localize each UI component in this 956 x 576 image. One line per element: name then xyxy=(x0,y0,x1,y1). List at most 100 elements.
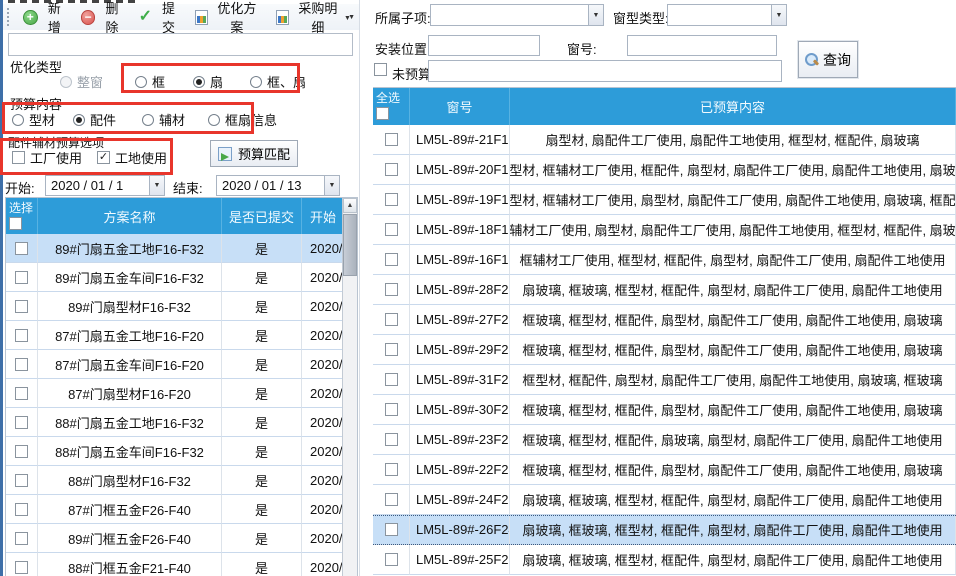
install-position-input[interactable] xyxy=(428,35,540,56)
row-checkbox[interactable] xyxy=(385,223,398,236)
row-checkbox[interactable] xyxy=(385,493,398,506)
plan-filter-input[interactable] xyxy=(8,33,353,56)
row-checkbox[interactable] xyxy=(385,193,398,206)
plan-table-row[interactable]: 87#门扇五金工地F16-F20 是 2020/0 xyxy=(6,321,357,350)
chevron-down-icon[interactable]: ▼ xyxy=(588,5,603,25)
window-type-select[interactable]: ▼ xyxy=(667,4,787,26)
row-checkbox[interactable] xyxy=(385,523,398,536)
row-checkbox[interactable] xyxy=(15,416,28,429)
row-checkbox[interactable] xyxy=(385,373,398,386)
radio-icon[interactable] xyxy=(73,114,85,126)
budgeted-content-header[interactable]: 已预算内容 xyxy=(510,88,956,125)
plan-table-row[interactable]: 89#门扇五金车间F16-F32 是 2020/0 xyxy=(6,263,357,292)
sub-item-select[interactable]: ▼ xyxy=(430,4,604,26)
budget-table-row[interactable]: LM5L-89#-27F25 框玻璃, 框型材, 框配件, 扇型材, 扇配件工厂… xyxy=(373,305,956,335)
budget-table-row[interactable]: LM5L-89#-25F23 扇玻璃, 框玻璃, 框型材, 框配件, 扇型材, … xyxy=(373,545,956,575)
radio-扇[interactable]: 扇 xyxy=(193,72,223,91)
budget-table-row[interactable]: LM5L-89#-29F27 框玻璃, 框型材, 框配件, 扇型材, 扇配件工厂… xyxy=(373,335,956,365)
plan-table-row[interactable]: 88#门扇型材F16-F32 是 2020/0 xyxy=(6,466,357,495)
checkbox-工地使用[interactable]: 工地使用 xyxy=(97,148,167,167)
radio-框、扇[interactable]: 框、扇 xyxy=(250,72,306,91)
row-checkbox[interactable] xyxy=(385,403,398,416)
plan-table-row[interactable]: 88#门框五金F21-F40 是 2020/0 xyxy=(6,553,357,576)
plan-table-row[interactable]: 87#门框五金F26-F40 是 2020/0 xyxy=(6,495,357,524)
chevron-down-icon[interactable]: ▼ xyxy=(771,5,786,25)
budget-table-row[interactable]: LM5L-89#-26F24 扇玻璃, 框玻璃, 框型材, 框配件, 扇型材, … xyxy=(373,515,956,545)
budget-table-row[interactable]: LM5L-89#-21F19 扇型材, 扇配件工厂使用, 扇配件工地使用, 框型… xyxy=(373,125,956,155)
radio-icon[interactable] xyxy=(142,114,154,126)
row-checkbox[interactable] xyxy=(385,283,398,296)
budget-table-row[interactable]: LM5L-89#-22F20 框玻璃, 框型材, 框配件, 扇型材, 扇配件工厂… xyxy=(373,455,956,485)
row-checkbox[interactable] xyxy=(15,445,28,458)
row-checkbox[interactable] xyxy=(15,242,28,255)
plan-table-row[interactable]: 88#门扇五金车间F16-F32 是 2020/0 xyxy=(6,437,357,466)
row-checkbox[interactable] xyxy=(15,300,28,313)
row-checkbox[interactable] xyxy=(15,387,28,400)
budget-table-row[interactable]: LM5L-89#-24F22 扇玻璃, 框玻璃, 框型材, 框配件, 扇型材, … xyxy=(373,485,956,515)
radio-辅材[interactable]: 辅材 xyxy=(142,110,185,129)
row-checkbox[interactable] xyxy=(15,503,28,516)
radio-icon[interactable] xyxy=(208,114,220,126)
budget-table-row[interactable]: LM5L-89#-23F21 框玻璃, 框型材, 框配件, 扇玻璃, 扇型材, … xyxy=(373,425,956,455)
plan-table-row[interactable]: 87#门扇型材F16-F20 是 2020/0 xyxy=(6,379,357,408)
plan-table-row[interactable]: 88#门扇五金工地F16-F32 是 2020/0 xyxy=(6,408,357,437)
radio-整窗[interactable]: 整窗 xyxy=(60,72,103,91)
start-date-picker[interactable]: 2020 / 01 / 1 ▼ xyxy=(45,175,165,196)
budget-table-row[interactable]: LM5L-89#-20F18 框型材, 框辅材工厂使用, 框配件, 扇型材, 扇… xyxy=(373,155,956,185)
row-checkbox[interactable] xyxy=(15,532,28,545)
row-checkbox[interactable] xyxy=(15,474,28,487)
radio-icon[interactable] xyxy=(135,76,147,88)
radio-icon[interactable] xyxy=(60,76,72,88)
row-checkbox[interactable] xyxy=(15,561,28,574)
scrollbar-thumb[interactable] xyxy=(343,214,357,276)
radio-icon[interactable] xyxy=(12,114,24,126)
window-no-header[interactable]: 窗号 xyxy=(410,88,510,125)
select-all-checkbox[interactable] xyxy=(376,107,389,120)
budget-table-row[interactable]: LM5L-89#-18F16 框辅材工厂使用, 扇型材, 扇配件工厂使用, 扇配… xyxy=(373,215,956,245)
plan-name-header[interactable]: 方案名称 xyxy=(38,198,222,234)
query-button[interactable]: 查询 xyxy=(798,41,858,78)
row-checkbox[interactable] xyxy=(385,163,398,176)
row-checkbox[interactable] xyxy=(385,343,398,356)
checkbox-工厂使用[interactable]: 工厂使用 xyxy=(12,148,82,167)
plan-table-scrollbar[interactable]: ▲ xyxy=(342,198,357,576)
row-checkbox[interactable] xyxy=(385,133,398,146)
chevron-down-icon[interactable]: ▼ xyxy=(149,176,164,195)
no-budget-input[interactable] xyxy=(428,60,782,82)
row-checkbox[interactable] xyxy=(385,253,398,266)
end-date-picker[interactable]: 2020 / 01 / 13 ▼ xyxy=(216,175,340,196)
budget-table-row[interactable]: LM5L-89#-28F26 扇玻璃, 框玻璃, 框型材, 框配件, 扇型材, … xyxy=(373,275,956,305)
row-checkbox[interactable] xyxy=(385,313,398,326)
row-checkbox[interactable] xyxy=(385,463,398,476)
plan-table-row[interactable]: 87#门扇五金车间F16-F20 是 2020/0 xyxy=(6,350,357,379)
chevron-down-icon[interactable]: ▼ xyxy=(324,176,339,195)
checkbox-icon[interactable] xyxy=(97,151,110,164)
radio-框扇信息[interactable]: 框扇信息 xyxy=(208,110,277,129)
toolbar-grip[interactable] xyxy=(7,8,10,26)
plan-table-row[interactable]: 89#门扇型材F16-F32 是 2020/0 xyxy=(6,292,357,321)
radio-配件[interactable]: 配件 xyxy=(73,110,116,129)
radio-icon[interactable] xyxy=(193,76,205,88)
row-checkbox[interactable] xyxy=(385,433,398,446)
start-header[interactable]: 开始 xyxy=(302,198,344,234)
toolbar-overflow-button[interactable]: ▼ xyxy=(341,8,354,28)
row-checkbox[interactable] xyxy=(385,553,398,566)
window-no-input[interactable] xyxy=(627,35,777,56)
submitted-header[interactable]: 是否已提交 xyxy=(222,198,302,234)
budget-match-button[interactable]: 预算匹配 xyxy=(210,140,298,167)
budget-table-row[interactable]: LM5L-89#-19F17 框型材, 框辅材工厂使用, 扇型材, 扇配件工厂使… xyxy=(373,185,956,215)
budget-table-row[interactable]: LM5L-89#-31F29 框型材, 框配件, 扇型材, 扇配件工厂使用, 扇… xyxy=(373,365,956,395)
no-budget-checkbox[interactable] xyxy=(374,63,387,76)
radio-型材[interactable]: 型材 xyxy=(12,110,55,129)
row-checkbox[interactable] xyxy=(15,329,28,342)
plan-table-row[interactable]: 89#门框五金F26-F40 是 2020/0 xyxy=(6,524,357,553)
row-checkbox[interactable] xyxy=(15,271,28,284)
budget-table-row[interactable]: LM5L-89#-16F15 框辅材工厂使用, 框型材, 框配件, 扇型材, 扇… xyxy=(373,245,956,275)
scroll-up-icon[interactable]: ▲ xyxy=(343,198,357,213)
row-checkbox[interactable] xyxy=(15,358,28,371)
budget-table-row[interactable]: LM5L-89#-30F28 框玻璃, 框型材, 框配件, 扇型材, 扇配件工厂… xyxy=(373,395,956,425)
radio-框[interactable]: 框 xyxy=(135,72,165,91)
radio-icon[interactable] xyxy=(250,76,262,88)
select-all-checkbox[interactable] xyxy=(9,217,22,230)
checkbox-icon[interactable] xyxy=(12,151,25,164)
